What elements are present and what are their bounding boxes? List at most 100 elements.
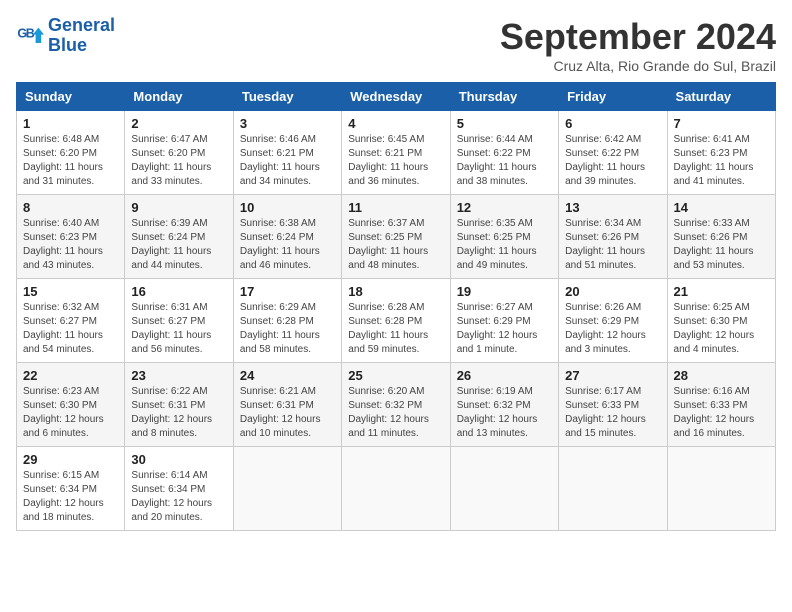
calendar-cell: 19Sunrise: 6:27 AMSunset: 6:29 PMDayligh… [450,279,558,363]
calendar-cell: 17Sunrise: 6:29 AMSunset: 6:28 PMDayligh… [233,279,341,363]
day-number: 27 [565,368,660,383]
day-info: Sunrise: 6:38 AMSunset: 6:24 PMDaylight:… [240,217,335,273]
calendar-cell [667,447,775,531]
calendar-week-row: 29 Sunrise: 6:15 AMSunset: 6:34 PMDayligh… [17,447,776,531]
day-number: 14 [674,200,769,215]
header: G B General Blue September 2024 Cruz Alt… [16,16,776,74]
day-info: Sunrise: 6:28 AMSunset: 6:28 PMDaylight:… [348,301,443,357]
day-info: Sunrise: 6:16 AMSunset: 6:33 PMDaylight:… [674,385,769,441]
svg-text:B: B [26,26,35,40]
weekday-header: Wednesday [342,83,450,111]
calendar-cell: 1 Sunrise: 6:48 AMSunset: 6:20 PMDaylight… [17,111,125,195]
day-info: Sunrise: 6:37 AMSunset: 6:25 PMDaylight:… [348,217,443,273]
day-info: Sunrise: 6:20 AMSunset: 6:32 PMDaylight:… [348,385,443,441]
calendar-cell [559,447,667,531]
weekday-header: Friday [559,83,667,111]
calendar-cell: 9 Sunrise: 6:39 AMSunset: 6:24 PMDaylight… [125,195,233,279]
calendar-cell: 30 Sunrise: 6:14 AMSunset: 6:34 PMDayligh… [125,447,233,531]
day-info: Sunrise: 6:21 AMSunset: 6:31 PMDaylight:… [240,385,335,441]
month-title: September 2024 [500,16,776,58]
calendar-table: SundayMondayTuesdayWednesdayThursdayFrid… [16,82,776,531]
calendar-cell: 27 Sunrise: 6:17 AMSunset: 6:33 PMDayligh… [559,363,667,447]
calendar-week-row: 15 Sunrise: 6:32 AMSunset: 6:27 PMDayligh… [17,279,776,363]
weekday-header: Sunday [17,83,125,111]
day-info: Sunrise: 6:15 AMSunset: 6:34 PMDaylight:… [23,469,118,525]
day-number: 29 [23,452,118,467]
day-number: 24 [240,368,335,383]
day-info: Sunrise: 6:32 AMSunset: 6:27 PMDaylight:… [23,301,118,357]
calendar-cell: 7 Sunrise: 6:41 AMSunset: 6:23 PMDaylight… [667,111,775,195]
day-number: 30 [131,452,226,467]
day-number: 20 [565,284,660,299]
day-number: 12 [457,200,552,215]
day-number: 7 [674,116,769,131]
calendar-cell: 12 Sunrise: 6:35 AMSunset: 6:25 PMDayligh… [450,195,558,279]
day-info: Sunrise: 6:46 AMSunset: 6:21 PMDaylight:… [240,133,335,189]
calendar-cell: 26Sunrise: 6:19 AMSunset: 6:32 PMDayligh… [450,363,558,447]
day-info: Sunrise: 6:33 AMSunset: 6:26 PMDaylight:… [674,217,769,273]
day-info: Sunrise: 6:44 AMSunset: 6:22 PMDaylight:… [457,133,552,189]
calendar-cell: 13 Sunrise: 6:34 AMSunset: 6:26 PMDayligh… [559,195,667,279]
calendar-cell: 20 Sunrise: 6:26 AMSunset: 6:29 PMDayligh… [559,279,667,363]
day-number: 23 [131,368,226,383]
calendar-cell: 14 Sunrise: 6:33 AMSunset: 6:26 PMDayligh… [667,195,775,279]
day-info: Sunrise: 6:40 AMSunset: 6:23 PMDaylight:… [23,217,118,273]
day-info: Sunrise: 6:41 AMSunset: 6:23 PMDaylight:… [674,133,769,189]
calendar-cell: 21Sunrise: 6:25 AMSunset: 6:30 PMDayligh… [667,279,775,363]
day-number: 4 [348,116,443,131]
title-area: September 2024 Cruz Alta, Rio Grande do … [500,16,776,74]
calendar-cell: 23 Sunrise: 6:22 AMSunset: 6:31 PMDayligh… [125,363,233,447]
calendar-cell: 2 Sunrise: 6:47 AMSunset: 6:20 PMDaylight… [125,111,233,195]
day-number: 15 [23,284,118,299]
day-number: 13 [565,200,660,215]
day-info: Sunrise: 6:45 AMSunset: 6:21 PMDaylight:… [348,133,443,189]
calendar-cell: 5 Sunrise: 6:44 AMSunset: 6:22 PMDaylight… [450,111,558,195]
day-number: 10 [240,200,335,215]
calendar-cell: 18 Sunrise: 6:28 AMSunset: 6:28 PMDayligh… [342,279,450,363]
day-info: Sunrise: 6:48 AMSunset: 6:20 PMDaylight:… [23,133,118,189]
calendar-cell [450,447,558,531]
day-info: Sunrise: 6:42 AMSunset: 6:22 PMDaylight:… [565,133,660,189]
day-info: Sunrise: 6:29 AMSunset: 6:28 PMDaylight:… [240,301,335,357]
day-info: Sunrise: 6:35 AMSunset: 6:25 PMDaylight:… [457,217,552,273]
day-info: Sunrise: 6:26 AMSunset: 6:29 PMDaylight:… [565,301,660,357]
day-info: Sunrise: 6:25 AMSunset: 6:30 PMDaylight:… [674,301,769,357]
day-number: 26 [457,368,552,383]
logo-icon: G B [16,22,44,50]
location: Cruz Alta, Rio Grande do Sul, Brazil [500,58,776,74]
day-number: 22 [23,368,118,383]
calendar-cell: 24 Sunrise: 6:21 AMSunset: 6:31 PMDayligh… [233,363,341,447]
day-number: 9 [131,200,226,215]
calendar-cell: 22 Sunrise: 6:23 AMSunset: 6:30 PMDayligh… [17,363,125,447]
day-info: Sunrise: 6:14 AMSunset: 6:34 PMDaylight:… [131,469,226,525]
day-info: Sunrise: 6:17 AMSunset: 6:33 PMDaylight:… [565,385,660,441]
day-info: Sunrise: 6:47 AMSunset: 6:20 PMDaylight:… [131,133,226,189]
day-info: Sunrise: 6:22 AMSunset: 6:31 PMDaylight:… [131,385,226,441]
calendar-cell: 6 Sunrise: 6:42 AMSunset: 6:22 PMDaylight… [559,111,667,195]
day-number: 3 [240,116,335,131]
calendar-cell: 4 Sunrise: 6:45 AMSunset: 6:21 PMDaylight… [342,111,450,195]
calendar-header-row: SundayMondayTuesdayWednesdayThursdayFrid… [17,83,776,111]
weekday-header: Tuesday [233,83,341,111]
calendar-cell: 16Sunrise: 6:31 AMSunset: 6:27 PMDayligh… [125,279,233,363]
day-number: 2 [131,116,226,131]
calendar-cell: 11Sunrise: 6:37 AMSunset: 6:25 PMDayligh… [342,195,450,279]
day-info: Sunrise: 6:23 AMSunset: 6:30 PMDaylight:… [23,385,118,441]
weekday-header: Monday [125,83,233,111]
calendar-cell: 25Sunrise: 6:20 AMSunset: 6:32 PMDayligh… [342,363,450,447]
calendar-cell: 10 Sunrise: 6:38 AMSunset: 6:24 PMDayligh… [233,195,341,279]
logo-text: General Blue [48,16,115,56]
calendar-cell: 8Sunrise: 6:40 AMSunset: 6:23 PMDaylight… [17,195,125,279]
day-number: 1 [23,116,118,131]
calendar-cell [233,447,341,531]
weekday-header: Saturday [667,83,775,111]
day-info: Sunrise: 6:34 AMSunset: 6:26 PMDaylight:… [565,217,660,273]
calendar-week-row: 22 Sunrise: 6:23 AMSunset: 6:30 PMDayligh… [17,363,776,447]
calendar-week-row: 8Sunrise: 6:40 AMSunset: 6:23 PMDaylight… [17,195,776,279]
day-number: 18 [348,284,443,299]
day-info: Sunrise: 6:31 AMSunset: 6:27 PMDaylight:… [131,301,226,357]
day-info: Sunrise: 6:39 AMSunset: 6:24 PMDaylight:… [131,217,226,273]
calendar-cell: 3 Sunrise: 6:46 AMSunset: 6:21 PMDaylight… [233,111,341,195]
day-number: 6 [565,116,660,131]
day-number: 5 [457,116,552,131]
